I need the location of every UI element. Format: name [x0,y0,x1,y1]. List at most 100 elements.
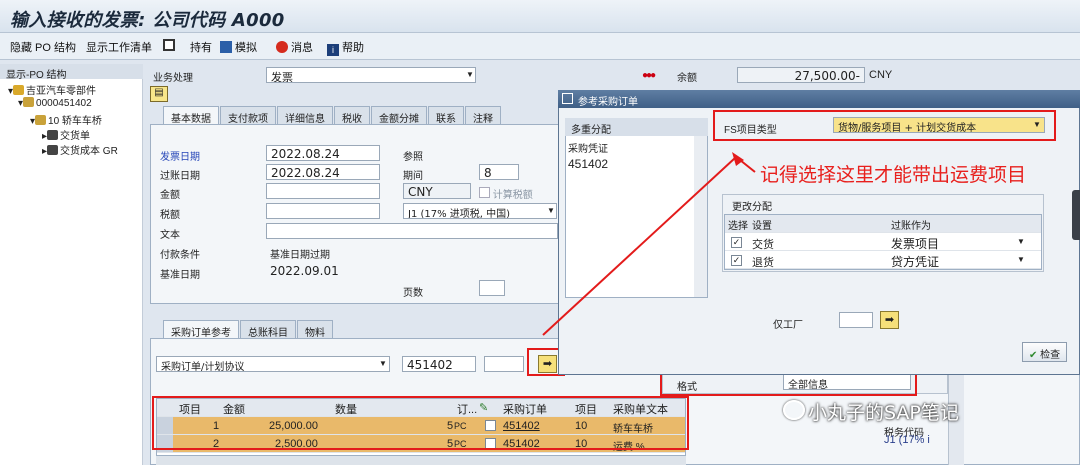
check-icon: ✔ [1029,350,1038,361]
watermark: 小丸子的SAP笔记 [808,402,959,424]
hold-button[interactable]: 持有 [190,39,212,55]
change-assign-header: 更改分配 [732,202,772,213]
splitter[interactable] [143,64,149,465]
wechat-icon [783,400,805,420]
balance-currency: CNY [869,69,893,81]
messages-button[interactable]: 消息 [276,39,313,55]
assign-header-row: 选择 设置 过账作为 [725,215,1041,233]
simulate-icon [220,41,232,53]
help-icon: i [327,44,339,56]
tax-label: 税额 [160,210,180,221]
delivery-checkbox[interactable]: ✓ [731,236,742,248]
tax-code-dropdown[interactable]: J1 (17% 进项税, 中国) [403,203,557,219]
post-as-dropdown[interactable]: 贷方凭证 [891,253,939,270]
assign-table: 选择 设置 过账作为 ✓ 交货 发票项目 ▼ ✓ 退货 贷方凭证 ▼ [724,214,1042,270]
plant-transfer-button[interactable]: ➡ [880,311,899,329]
amount-field[interactable] [266,183,380,199]
highlight-items [152,396,689,450]
po-number-field[interactable]: 451402 [402,356,476,372]
chevron-down-icon[interactable]: ▼ [1017,237,1025,246]
amount-currency-field[interactable]: CNY [403,183,471,199]
tree-node-delivery-cost[interactable]: ▸ 交货成本 GR [42,142,118,157]
return-checkbox[interactable]: ✓ [731,254,742,266]
posting-date-field[interactable]: 2022.08.24 [266,164,380,180]
pages-field[interactable] [479,280,505,296]
highlight-fs-type [713,110,1056,141]
setting-value: 退货 [752,257,774,269]
horizontal-scrollbar[interactable] [156,456,686,465]
chevron-down-icon[interactable]: ▼ [1017,255,1025,264]
col-post-as-header: 过账作为 [891,221,931,232]
page-title: 输入接收的发票: 公司代码 A000 [10,10,285,31]
assign-row-delivery[interactable]: ✓ 交货 发票项目 ▼ [725,233,1041,251]
col-setting-header: 设置 [752,221,772,232]
post-as-dropdown[interactable]: 发票项目 [891,235,939,252]
plant-field[interactable] [839,312,873,328]
transaction-label: 业务处理 [153,73,193,84]
tab-payment[interactable]: 支付款项 [220,106,276,125]
text-field[interactable] [266,223,558,239]
tree-header: 显示-PO 结构 [0,64,143,81]
baseline-value: 2022.09.01 [270,264,339,278]
po-item-field[interactable] [484,356,524,372]
reference-label: 参照 [403,152,423,163]
row-2-tax-code: J1 (17% i [884,434,930,446]
tab-tax[interactable]: 税收 [334,106,370,125]
period-field[interactable]: 8 [479,164,519,180]
tree-node-po[interactable]: ▾ 0000451402 [18,97,92,109]
tab-po-reference[interactable]: 采购订单参考 [163,320,239,339]
calc-tax-checkbox[interactable]: 计算税额 [479,186,533,201]
payment-terms-label: 付款条件 [160,250,200,261]
assign-row-return[interactable]: ✓ 退货 贷方凭证 ▼ [725,251,1041,269]
expand-header-icon[interactable]: ▤ [150,86,168,102]
balance-label: 余额 [677,73,697,84]
help-button[interactable]: i 帮助 [327,39,364,56]
messages-icon [276,41,288,53]
po-icon [23,97,35,107]
tree-node-item[interactable]: ▾ 10 轿车车桥 [30,112,102,127]
pages-label: 页数 [403,288,423,299]
tab-basic-data[interactable]: 基本数据 [163,106,219,125]
layout-icon[interactable] [163,39,178,52]
chevron-down-icon[interactable]: ▼ [465,70,475,80]
payment-terms-value: 基准日期过期 [270,250,330,261]
item-icon [35,115,47,125]
dialog-title: 参考采购订单 [558,90,1080,108]
basic-tabstrip: 基本数据 支付款项 详细信息 税收 金额分摊 联系 注释 [163,106,502,125]
tree-node-vendor[interactable]: ▾ 吉亚汽车零部件 [8,82,96,97]
tree-node-delivery[interactable]: ▸ 交货单 [42,127,90,142]
check-button[interactable]: ✔ 检查 [1022,342,1068,362]
tab-material[interactable]: 物料 [297,320,333,339]
col-select-header: 选择 [728,221,748,232]
cost-icon [47,145,59,155]
dialog-window-icon [562,93,573,104]
text-label: 文本 [160,230,180,241]
annotation-text: 记得选择这里才能带出运费项目 [760,164,1027,186]
po-type-dropdown[interactable]: 采购订单/计划协议 [156,356,390,372]
setting-value: 交货 [752,239,774,251]
simulate-button[interactable]: 模拟 [220,39,257,55]
balance-field: 27,500.00- [737,67,865,83]
invoice-date-field[interactable]: 2022.08.24 [266,145,380,161]
tab-gl-account[interactable]: 总账科目 [240,320,296,339]
show-worklist-button[interactable]: 显示工作清单 [86,39,152,55]
tab-amount-split[interactable]: 金额分摊 [371,106,427,125]
amount-label: 金额 [160,190,180,201]
posting-date-label: 过账日期 [160,171,200,182]
invoice-date-label: 发票日期 [160,152,200,163]
tab-details[interactable]: 详细信息 [277,106,333,125]
side-handle[interactable] [1072,190,1080,240]
tax-field[interactable] [266,203,380,219]
tab-note[interactable]: 注释 [465,106,501,125]
vendor-icon [13,85,25,95]
delivery-icon [47,130,59,140]
plant-only-label: 仅工厂 [773,320,803,331]
multi-assign-header: 多重分配 [565,118,708,136]
application-toolbar: 隐藏 PO 结构 显示工作清单 持有 模拟 消息 i 帮助 [0,33,1080,60]
tab-contact[interactable]: 联系 [428,106,464,125]
transaction-dropdown[interactable]: 发票 [266,67,476,83]
chevron-down-icon[interactable]: ▼ [378,359,388,369]
period-label: 期间 [403,171,423,182]
hide-po-button[interactable]: 隐藏 PO 结构 [10,39,76,55]
status-lights-icon: ●●● [642,70,656,81]
